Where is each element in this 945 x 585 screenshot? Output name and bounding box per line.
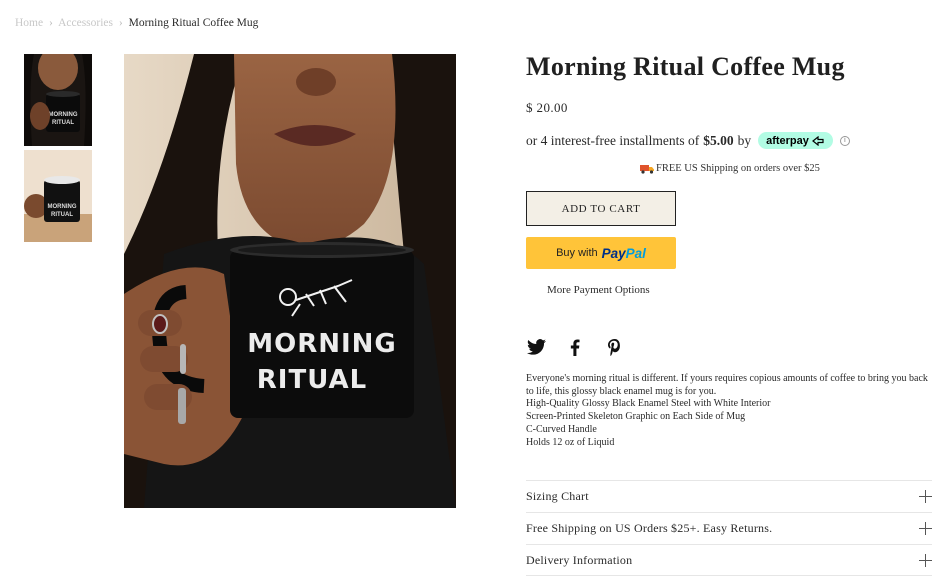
truck-icon: [640, 165, 654, 174]
afterpay-logo[interactable]: afterpay: [758, 132, 833, 149]
product-price: $ 20.00: [526, 100, 568, 115]
description-feature: Holds 12 oz of Liquid: [526, 436, 615, 448]
installments-by: by: [737, 132, 752, 148]
paypal-logo-pay: Pay: [601, 245, 626, 261]
svg-text:RITUAL: RITUAL: [52, 120, 74, 126]
afterpay-arrows-icon: [811, 135, 824, 146]
description-feature: Screen-Printed Skeleton Graphic on Each …: [526, 411, 746, 423]
breadcrumb-home-link[interactable]: Home: [15, 17, 43, 29]
paypal-logo-pal: Pal: [625, 245, 646, 261]
product-description: Everyone's morning ritual is different. …: [526, 373, 936, 449]
product-thumbnail-1[interactable]: MORNING RITUAL: [24, 54, 92, 146]
shipping-note-text: FREE US Shipping on orders over $25: [656, 163, 820, 174]
accordion-label: Sizing Chart: [526, 489, 589, 503]
product-title: Morning Ritual Coffee Mug: [526, 52, 845, 81]
facebook-icon[interactable]: [565, 337, 585, 357]
installments-row: or 4 interest-free installments of $5.00…: [526, 132, 850, 149]
description-intro: Everyone's morning ritual is different. …: [526, 373, 928, 397]
accordion-label: Delivery Information: [526, 552, 633, 567]
accordion-delivery-information[interactable]: Delivery Information: [526, 544, 932, 576]
add-to-cart-button[interactable]: ADD TO CART: [526, 191, 676, 226]
breadcrumb-current: Morning Ritual Coffee Mug: [128, 17, 259, 29]
breadcrumb-accessories-link[interactable]: Accessories: [58, 17, 113, 29]
accordion-free-shipping[interactable]: Free Shipping on US Orders $25+. Easy Re…: [526, 512, 932, 544]
accordion-sizing-chart[interactable]: Sizing Chart: [526, 480, 932, 512]
installment-amount: $5.00: [703, 132, 734, 148]
mug-print-line1: MORNING: [247, 329, 397, 359]
product-thumbnail-2[interactable]: MORNING RITUAL: [24, 150, 92, 242]
svg-text:MORNING: MORNING: [48, 204, 77, 210]
social-share: [526, 337, 624, 357]
breadcrumb: Home › Accessories › Morning Ritual Coff…: [15, 17, 258, 29]
plus-icon: [919, 490, 932, 503]
installments-text: or 4 interest-free installments of: [526, 132, 700, 148]
more-payment-options-link[interactable]: More Payment Options: [547, 284, 650, 296]
paypal-prefix: Buy with: [556, 247, 598, 259]
breadcrumb-separator: ›: [118, 17, 123, 29]
twitter-icon[interactable]: [526, 337, 546, 357]
svg-text:RITUAL: RITUAL: [51, 212, 73, 218]
accordion-label: Free Shipping on US Orders $25+. Easy Re…: [526, 521, 773, 535]
product-main-image[interactable]: MORNING RITUAL: [124, 54, 456, 508]
breadcrumb-separator: ›: [48, 17, 53, 29]
plus-icon: [919, 553, 932, 567]
description-feature: High-Quality Glossy Black Enamel Steel w…: [526, 398, 771, 410]
svg-text:MORNING: MORNING: [49, 112, 78, 118]
info-icon[interactable]: i: [839, 135, 850, 146]
description-feature: C-Curved Handle: [526, 423, 597, 435]
paypal-button[interactable]: Buy with Pay Pal: [526, 237, 676, 269]
afterpay-label: afterpay: [766, 134, 809, 147]
shipping-note: FREE US Shipping on orders over $25: [640, 163, 820, 174]
plus-icon: [919, 522, 932, 535]
pinterest-icon[interactable]: [604, 337, 624, 357]
mug-print-line2: RITUAL: [257, 365, 367, 395]
